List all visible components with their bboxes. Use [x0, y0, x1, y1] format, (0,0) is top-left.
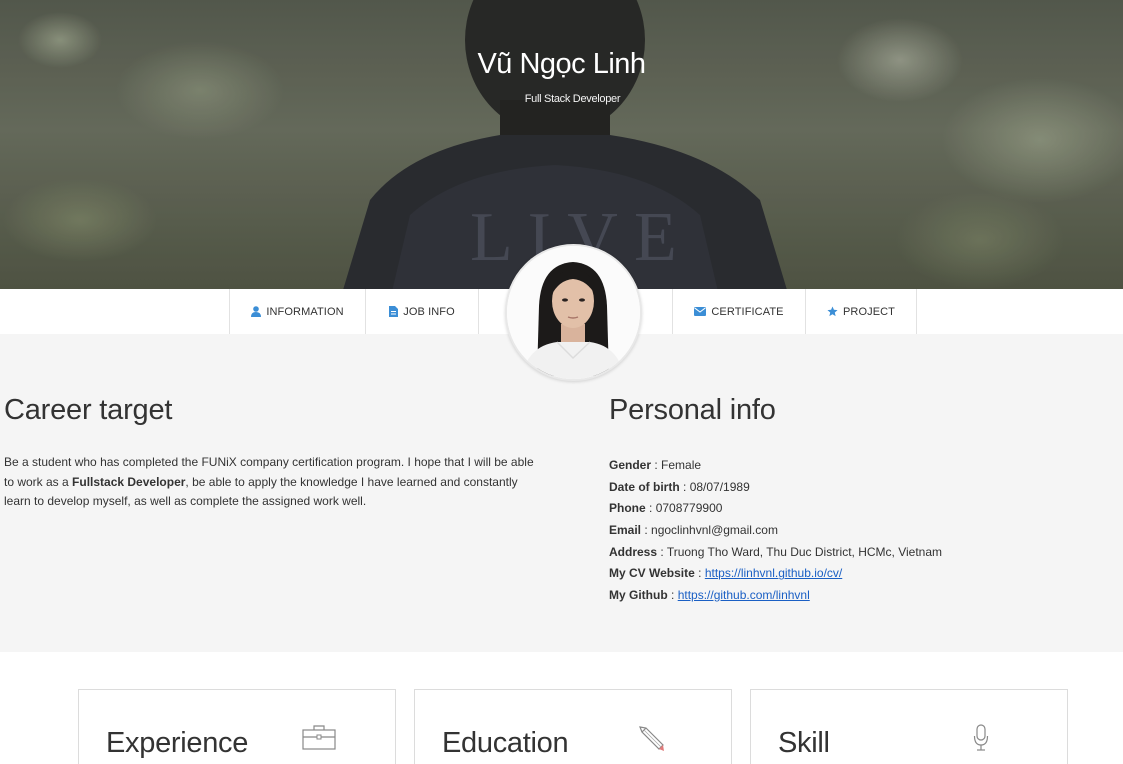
card-title: Education [442, 727, 569, 759]
skill-card[interactable]: Skill [750, 689, 1068, 764]
career-text-bold: Fullstack Developer [72, 474, 186, 489]
nav-item-label: INFORMATION [266, 305, 344, 318]
nav-item-information[interactable]: INFORMATION [229, 289, 365, 334]
envelope-icon [694, 307, 707, 316]
personal-info-row-gender: Gender : Female [609, 458, 702, 472]
nav-item-project[interactable]: PROJECT [805, 289, 917, 334]
pencil-icon [637, 724, 665, 757]
experience-card[interactable]: Experience [78, 689, 396, 764]
personal-info-title: Personal info [609, 394, 776, 426]
personal-info-row-address: Address : Truong Tho Ward, Thu Duc Distr… [609, 544, 943, 559]
avatar [505, 244, 642, 381]
hero-role: Full Stack Developer [524, 93, 621, 105]
nav-item-label: PROJECT [842, 305, 896, 318]
personal-info-row-dob: Date of birth : 08/07/1989 [609, 479, 750, 494]
personal-info-list: Gender : Female Date of birth : 08/07/19… [609, 455, 942, 607]
info-key: Email [609, 523, 642, 538]
cv-website-link[interactable]: https://linhvnl.github.io/cv/ [705, 566, 842, 580]
info-value: 0708779900 [655, 501, 723, 516]
info-section: Career target Be a student who has compl… [0, 334, 1123, 652]
education-card[interactable]: Education [414, 689, 732, 764]
personal-info-row-phone: Phone : 0708779900 [609, 501, 723, 516]
info-key: Date of birth [609, 479, 680, 494]
personal-info-row-email: Email : ngoclinhvnl@gmail.com [609, 523, 778, 538]
github-link[interactable]: https://github.com/linhvnl [678, 588, 810, 602]
nav-item-certificate[interactable]: CERTIFICATE [672, 289, 805, 334]
nav-item-label: CERTIFICATE [711, 305, 784, 318]
info-key: My CV Website [609, 566, 695, 581]
career-target-text: Be a student who has completed the FUNiX… [4, 453, 544, 512]
career-target-title: Career target [4, 394, 173, 426]
card-title: Experience [106, 727, 249, 759]
info-value: ngoclinhvnl@gmail.com [651, 523, 778, 538]
nav-item-job-info[interactable]: JOB INFO [365, 289, 478, 334]
hero-name: Vũ Ngọc Linh [477, 48, 646, 80]
info-key: Address [609, 544, 658, 559]
file-icon [389, 306, 399, 317]
avatar-portrait [507, 246, 640, 379]
info-key: My Github [609, 588, 668, 603]
info-key: Gender [609, 458, 652, 472]
user-icon [251, 306, 262, 317]
info-key: Phone [609, 501, 646, 516]
card-title: Skill [778, 727, 830, 759]
star-icon [827, 306, 838, 317]
briefcase-icon [302, 724, 336, 755]
info-value: Female [661, 458, 702, 472]
microphone-icon [973, 724, 989, 757]
nav-item-label: JOB INFO [403, 305, 455, 318]
info-value: 08/07/1989 [689, 479, 750, 494]
info-value: Truong Tho Ward, Thu Duc District, HCMc,… [666, 544, 943, 559]
personal-info-row-github: My Github : https://github.com/linhvnl [609, 588, 810, 603]
personal-info-row-cv-website: My CV Website : https://linhvnl.github.i… [609, 566, 843, 581]
